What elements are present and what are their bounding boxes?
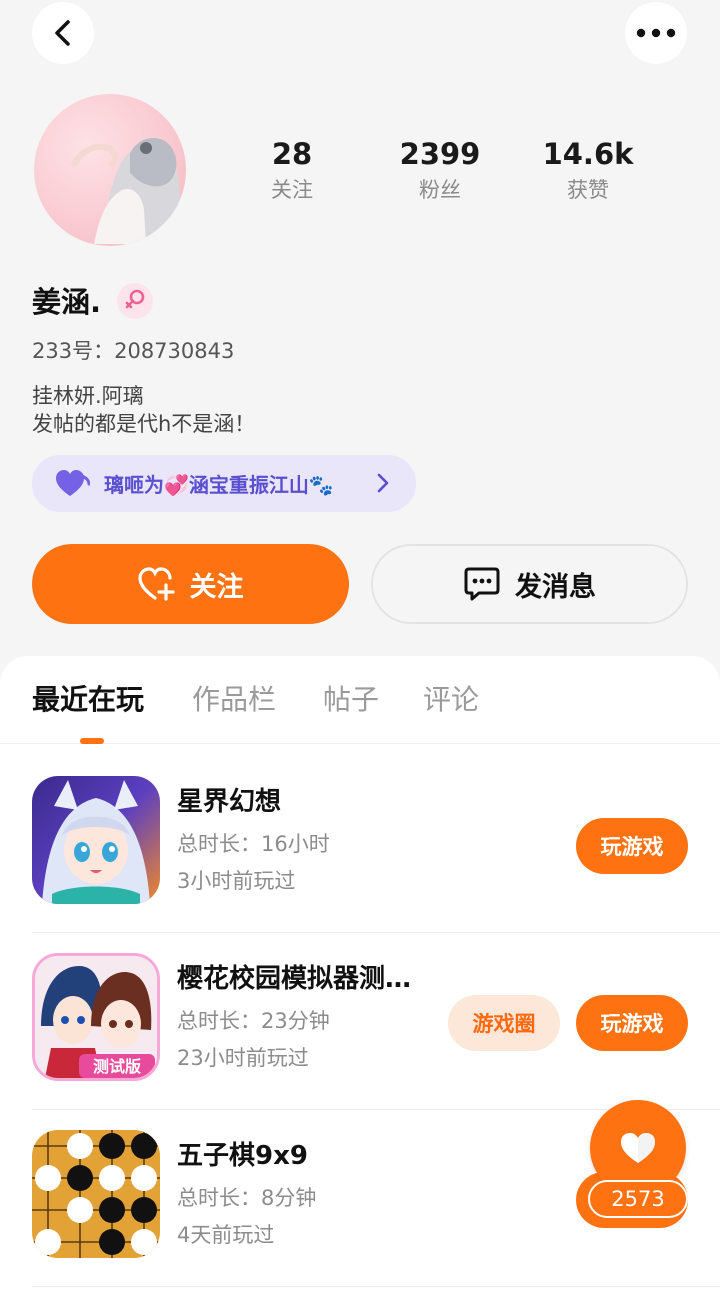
gender-badge — [117, 283, 153, 319]
game-circle-button[interactable]: 游戏圈 — [448, 995, 560, 1051]
username: 姜涵. — [32, 285, 102, 319]
like-count: 2573 — [588, 1180, 688, 1218]
tab-comments[interactable]: 评论 — [423, 682, 479, 718]
game-icon-art: 测试版 — [35, 956, 157, 1078]
last-played: 4天前玩过 — [177, 1223, 275, 1247]
game-icon-art — [32, 1130, 160, 1258]
message-button[interactable]: 发消息 — [371, 544, 688, 624]
avatar[interactable] — [34, 94, 186, 246]
stat-label: 关注 — [271, 178, 313, 202]
follow-label: 关注 — [189, 571, 244, 603]
game-title: 五子棋9x9 — [177, 1141, 308, 1171]
play-duration: 总时长：23分钟 — [177, 1009, 330, 1033]
tab-indicator — [80, 738, 104, 744]
user-id-value: 208730843 — [114, 339, 235, 363]
follow-button[interactable]: 关注 — [32, 544, 349, 624]
stat-value: 28 — [271, 137, 313, 171]
stat-value: 14.6k — [542, 137, 634, 171]
purple-heart-icon — [56, 469, 90, 496]
tab-recently-played[interactable]: 最近在玩 — [32, 682, 144, 718]
chevron-left-icon — [55, 20, 70, 46]
icon-badge: 测试版 — [93, 1057, 141, 1076]
game-icon — [32, 776, 160, 904]
stat-likes[interactable]: 14.6k 获赞 — [528, 136, 648, 204]
game-icon-art — [32, 776, 160, 904]
relationship-tag[interactable]: 璃咂为💞涵宝重振江山🐾 — [32, 455, 416, 512]
last-played: 3小时前玩过 — [177, 869, 296, 893]
tab-posts[interactable]: 帖子 — [323, 682, 379, 718]
tag-text: 璃咂为💞涵宝重振江山🐾 — [104, 473, 334, 497]
game-row[interactable]: 星界幻想 总时长：16小时 3小时前玩过 玩游戏 — [32, 756, 720, 933]
play-game-button[interactable]: 玩游戏 — [576, 995, 688, 1051]
user-id: 233号：208730843 — [32, 336, 234, 366]
female-icon — [125, 289, 145, 309]
heart-plus-icon — [137, 567, 175, 601]
stat-value: 2399 — [399, 137, 481, 171]
game-row[interactable]: 测试版 樱花校园模拟器测… 总时长：23分钟 23小时前玩过 游戏圈 玩游戏 — [32, 933, 720, 1110]
stat-following[interactable]: 28 关注 — [232, 136, 352, 204]
chevron-right-icon — [377, 473, 389, 493]
tab-bar: 最近在玩 作品栏 帖子 评论 — [0, 656, 720, 744]
more-button[interactable] — [625, 2, 687, 64]
profile-page: 28 关注 2399 粉丝 14.6k 获赞 姜涵. 233号：20873084… — [0, 0, 720, 1297]
message-label: 发消息 — [515, 571, 596, 603]
avatar-illustration — [71, 137, 180, 244]
bio-text: 挂林妍.阿璃 发帖的都是代h不是涵！ — [32, 384, 256, 436]
play-duration: 总时长：16小时 — [177, 832, 330, 856]
stat-label: 粉丝 — [419, 178, 461, 202]
stat-label: 获赞 — [567, 178, 609, 202]
play-duration: 总时长：8分钟 — [177, 1186, 317, 1210]
tab-works[interactable]: 作品栏 — [192, 682, 276, 718]
user-id-label: 233号： — [32, 339, 115, 363]
last-played: 23小时前玩过 — [177, 1046, 309, 1070]
game-title: 星界幻想 — [177, 787, 282, 817]
more-dots-icon — [636, 28, 676, 38]
stat-followers[interactable]: 2399 粉丝 — [380, 136, 500, 204]
game-icon: 测试版 — [32, 953, 160, 1081]
game-title: 樱花校园模拟器测… — [177, 964, 412, 994]
heart-icon — [621, 1133, 655, 1163]
game-icon — [32, 1130, 160, 1258]
play-game-button[interactable]: 玩游戏 — [576, 818, 688, 874]
back-button[interactable] — [32, 2, 94, 64]
chat-bubble-icon — [464, 567, 500, 601]
